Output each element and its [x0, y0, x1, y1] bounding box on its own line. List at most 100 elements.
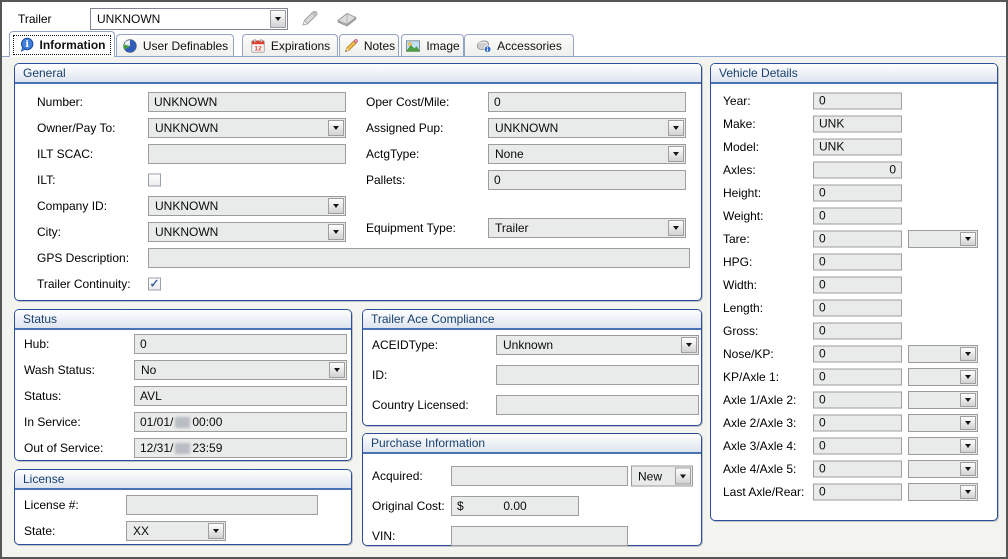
ace-id-field[interactable] — [496, 365, 699, 385]
edit-pencil-icon[interactable] — [298, 9, 324, 29]
tab-label: Accessories — [497, 39, 562, 53]
axle-1-axle-2-field[interactable]: 0 — [813, 391, 902, 408]
original-cost-label: Original Cost: — [372, 499, 445, 513]
axle-3-axle-4-unit-combobox[interactable] — [908, 437, 978, 455]
axle-3-axle-4-unit-dropdown-button[interactable] — [960, 439, 976, 453]
original-cost-field[interactable]: $0.00 — [451, 496, 579, 516]
kp-axle-1-value: 0 — [819, 370, 826, 384]
acquired-unit-combobox[interactable]: New — [631, 466, 693, 487]
axle-1-axle-2-unit-combobox[interactable] — [908, 391, 978, 409]
kp-axle-1-unit-dropdown-button[interactable] — [960, 370, 976, 384]
width-label: Width: — [723, 278, 757, 292]
nose-kp-value: 0 — [819, 347, 826, 361]
axle-2-axle-3-unit-dropdown-button[interactable] — [960, 416, 976, 430]
chevron-down-icon — [965, 352, 971, 356]
kp-axle-1-unit-combobox[interactable] — [908, 368, 978, 386]
out-of-service-row: Out of Service:12/31/ 23:59 — [15, 435, 351, 461]
model-field[interactable]: UNK — [813, 138, 902, 155]
equipment-type-dropdown-button[interactable] — [668, 220, 684, 236]
ace-id-type-dropdown-button[interactable] — [681, 337, 697, 353]
last-axle-rear-unit-dropdown-button[interactable] — [960, 485, 976, 499]
svg-text:i: i — [487, 47, 489, 53]
axle-2-axle-3-field[interactable]: 0 — [813, 414, 902, 431]
group-title-status: Status — [15, 310, 351, 330]
tab-notes[interactable]: Notes — [339, 34, 399, 56]
year-field[interactable]: 0 — [813, 92, 902, 109]
axle-3-axle-4-field[interactable]: 0 — [813, 437, 902, 454]
ace-id-type-combobox[interactable]: Unknown — [496, 335, 699, 355]
tab-page-information: General Number:UNKNOWNOwner/Pay To:UNKNO… — [2, 56, 1006, 557]
state-combobox-value: XX — [133, 524, 149, 538]
tare-unit-dropdown-button[interactable] — [960, 232, 976, 246]
tare-field[interactable]: 0 — [813, 230, 902, 247]
in-service-field[interactable]: 01/01/ 00:00 — [134, 412, 347, 432]
group-title-general: General — [15, 64, 701, 84]
notebook-icon[interactable] — [334, 9, 360, 29]
axle-4-axle-5-field[interactable]: 0 — [813, 460, 902, 477]
vin-field[interactable] — [451, 526, 628, 546]
gross-field[interactable]: 0 — [813, 322, 902, 339]
axle-4-axle-5-unit-dropdown-button[interactable] — [960, 462, 976, 476]
tare-unit-combobox[interactable] — [908, 230, 978, 248]
last-axle-rear-unit-combobox[interactable] — [908, 483, 978, 501]
acquired-unit-dropdown-button[interactable] — [675, 468, 691, 485]
chevron-down-icon — [673, 126, 679, 130]
equipment-type-combobox[interactable]: Trailer — [488, 218, 686, 238]
tab-image[interactable]: Image — [401, 34, 464, 56]
kp-axle-1-field[interactable]: 0 — [813, 368, 902, 385]
wash-status-combobox[interactable]: No — [134, 360, 347, 380]
out-of-service-field[interactable]: 12/31/ 23:59 — [134, 438, 347, 458]
kp-axle-1-row: KP/Axle 1:0 — [711, 365, 997, 388]
wash-status-dropdown-button[interactable] — [329, 362, 345, 378]
axles-field[interactable]: 0 — [813, 161, 902, 178]
pallets-value: 0 — [494, 173, 501, 187]
tab-user-definables[interactable]: User Definables — [116, 34, 234, 56]
out-of-service-value: 12/31/ — [140, 441, 173, 455]
width-field[interactable]: 0 — [813, 276, 902, 293]
license-number-field[interactable] — [126, 495, 318, 515]
trailer-combobox[interactable]: UNKNOWN — [90, 8, 288, 30]
status-value: AVL — [140, 389, 162, 403]
ace-id-type-row: ACEIDType:Unknown — [363, 330, 701, 360]
axle-2-axle-3-value: 0 — [819, 416, 826, 430]
hpg-field[interactable]: 0 — [813, 253, 902, 270]
original-cost-row: Original Cost: $0.00 — [363, 491, 701, 521]
assigned-pup-combobox[interactable]: UNKNOWN — [488, 118, 686, 138]
chevron-down-icon — [965, 398, 971, 402]
oper-cost-mile-row: Oper Cost/Mile:0 — [15, 89, 701, 115]
actg-type-dropdown-button[interactable] — [668, 146, 684, 162]
actg-type-combobox[interactable]: None — [488, 144, 686, 164]
nose-kp-unit-combobox[interactable] — [908, 345, 978, 363]
axle-4-axle-5-unit-combobox[interactable] — [908, 460, 978, 478]
last-axle-rear-field[interactable]: 0 — [813, 483, 902, 500]
tab-information[interactable]: iInformation — [9, 31, 115, 57]
tab-accessories[interactable]: i Accessories — [464, 34, 574, 56]
hub-field[interactable]: 0 — [134, 334, 347, 354]
state-combobox[interactable]: XX — [126, 521, 226, 541]
chevron-down-icon — [680, 474, 686, 478]
axle-1-axle-2-unit-dropdown-button[interactable] — [960, 393, 976, 407]
trailer-dropdown-button[interactable] — [270, 10, 286, 28]
model-label: Model: — [723, 140, 759, 154]
oper-cost-mile-field[interactable]: 0 — [488, 92, 686, 112]
pallets-field[interactable]: 0 — [488, 170, 686, 190]
axle-1-axle-2-label: Axle 1/Axle 2: — [723, 393, 796, 407]
state-dropdown-button[interactable] — [208, 523, 224, 539]
calendar-icon: 12 — [250, 38, 266, 54]
acquired-field[interactable] — [451, 466, 628, 486]
weight-field[interactable]: 0 — [813, 207, 902, 224]
height-field[interactable]: 0 — [813, 184, 902, 201]
nose-kp-field[interactable]: 0 — [813, 345, 902, 362]
pencil-icon — [343, 38, 359, 54]
status-field[interactable]: AVL — [134, 386, 347, 406]
nose-kp-unit-dropdown-button[interactable] — [960, 347, 976, 361]
axle-2-axle-3-unit-combobox[interactable] — [908, 414, 978, 432]
info-icon: i — [19, 37, 35, 53]
country-licensed-field[interactable] — [496, 395, 699, 415]
assigned-pup-dropdown-button[interactable] — [668, 120, 684, 136]
weight-label: Weight: — [723, 209, 763, 223]
make-field[interactable]: UNK — [813, 115, 902, 132]
tab-expirations[interactable]: 12Expirations — [242, 34, 338, 56]
state-row: State:XX — [15, 518, 351, 544]
length-field[interactable]: 0 — [813, 299, 902, 316]
